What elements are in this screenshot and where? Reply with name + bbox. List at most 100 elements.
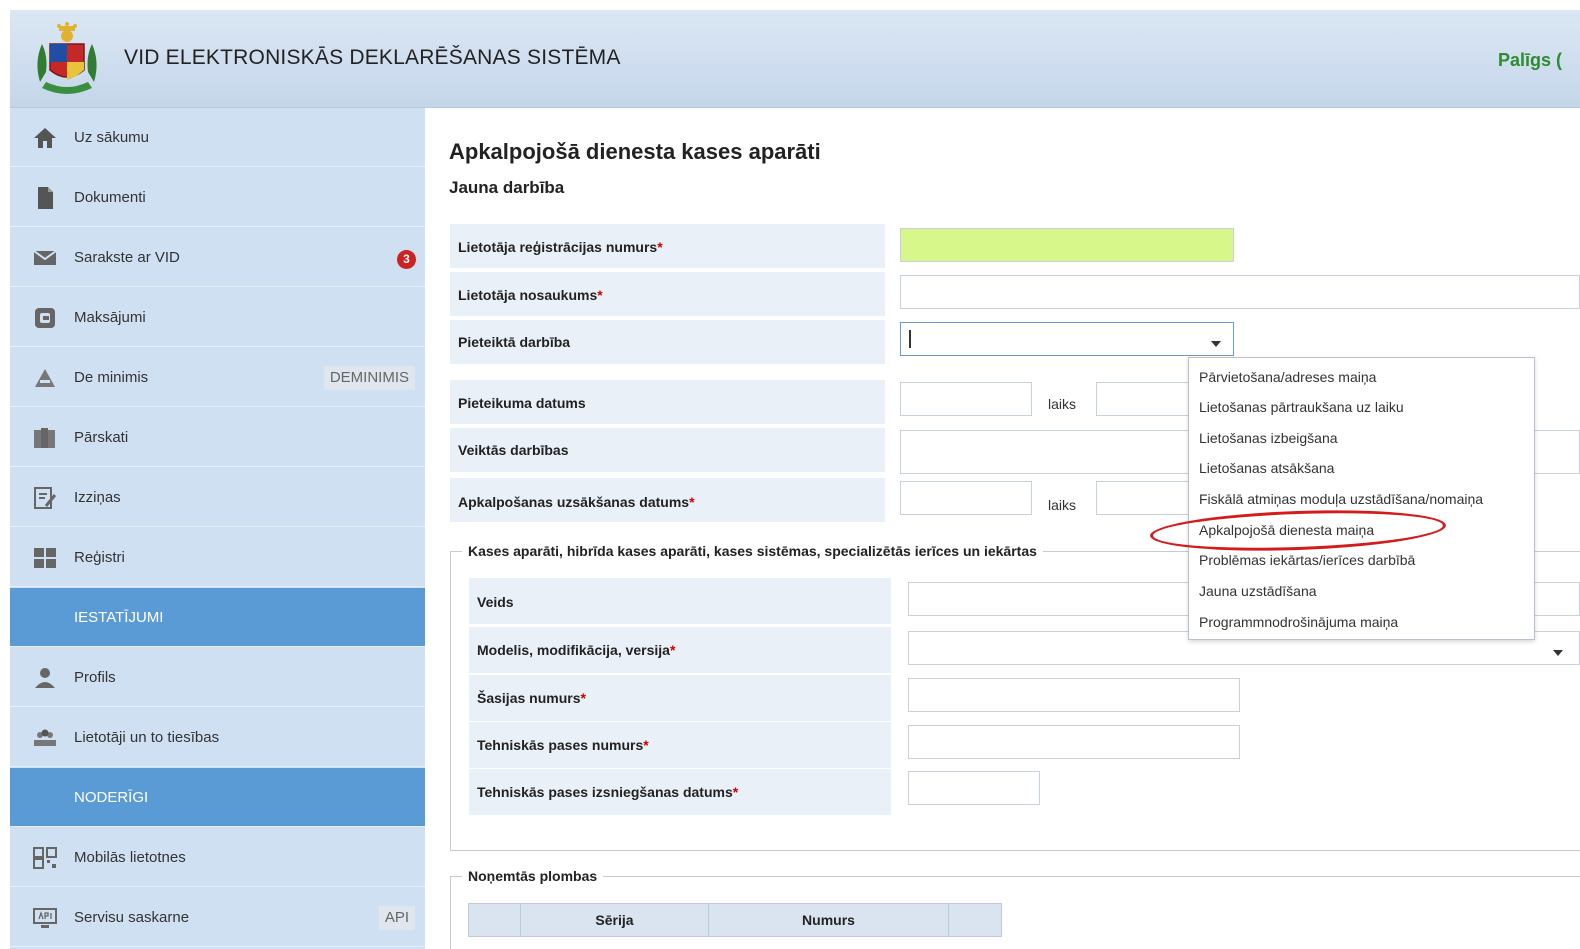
seals-legend: Noņemtās plombas xyxy=(462,868,604,884)
chassis-label: Šasijas numurs* xyxy=(477,690,586,706)
row-passport-number: Tehniskās pases numurs* xyxy=(469,722,891,768)
help-link[interactable]: Palīgs ( xyxy=(1498,50,1562,71)
qr-icon xyxy=(33,847,57,869)
sidebar-section-settings: IESTATĪJUMI xyxy=(10,588,425,647)
scales-icon xyxy=(35,369,55,387)
application-date-label: Pieteikuma datums xyxy=(458,395,586,411)
row-user-name: Lietotāja nosaukums* xyxy=(450,272,885,316)
application-time-input[interactable] xyxy=(1096,382,1192,416)
sidebar-item-label: Servisu saskarne xyxy=(74,909,190,926)
row-reg-number: Lietotāja reģistrācijas numurs* xyxy=(450,224,885,268)
envelope-icon xyxy=(33,250,57,265)
sidebar-item-users-rights[interactable]: Lietotāji un to tiesības xyxy=(10,708,425,767)
sidebar-item-label: Maksājumi xyxy=(74,309,146,326)
users-icon xyxy=(34,729,56,746)
action-label: Pieteiktā darbība xyxy=(458,334,571,350)
header-bar: VID ELEKTRONISKĀS DEKLARĒŠANAS SISTĒMA P… xyxy=(10,10,1580,108)
sidebar-item-mobile-apps[interactable]: Mobilās lietotnes xyxy=(10,828,425,887)
passport-date-input[interactable] xyxy=(908,771,1040,805)
sidebar-item-label: Izziņas xyxy=(74,489,121,506)
latvia-coat-of-arms-icon xyxy=(37,22,97,94)
row-service-start-date: Apkalpošanas uzsākšanas datums* xyxy=(450,478,885,522)
sidebar-item-label: Lietotāji un to tiesības xyxy=(74,729,220,746)
row-application-date: Pieteikuma datums xyxy=(450,380,885,424)
sidebar-item-label: Pārskati xyxy=(74,429,129,446)
sidebar-item-label: Dokumenti xyxy=(74,189,146,206)
device-type-label: Veids xyxy=(477,594,514,610)
dropdown-option[interactable]: Pārvietošana/adreses maiņa xyxy=(1199,369,1376,385)
payment-icon xyxy=(35,308,55,328)
document-icon xyxy=(38,187,53,209)
sidebar-item-payments[interactable]: Maksājumi xyxy=(10,288,425,347)
application-date-input[interactable] xyxy=(900,382,1032,416)
passport-number-input[interactable] xyxy=(908,725,1240,759)
chassis-input[interactable] xyxy=(908,678,1240,712)
text-cursor xyxy=(909,330,911,348)
sidebar-item-documents[interactable]: Dokumenti xyxy=(10,168,425,227)
row-device-type: Veids xyxy=(469,578,891,624)
chevron-down-icon[interactable] xyxy=(1211,341,1221,347)
sidebar-item-certificates[interactable]: Izziņas xyxy=(10,468,425,527)
page-title: Apkalpojošā dienesta kases aparāti xyxy=(449,139,821,164)
model-label: Modelis, modifikācija, versija* xyxy=(477,642,676,658)
sidebar-item-label: Profils xyxy=(74,669,116,686)
section-label: IESTATĪJUMI xyxy=(74,609,164,626)
service-start-date-label: Apkalpošanas uzsākšanas datums* xyxy=(458,494,695,510)
row-action: Pieteiktā darbība xyxy=(450,320,885,364)
certificate-icon xyxy=(34,487,57,509)
sidebar-section-useful: NODERĪGI xyxy=(10,768,425,827)
row-model: Modelis, modifikācija, versija* xyxy=(469,627,891,673)
screen: VID ELEKTRONISKĀS DEKLARĒŠANAS SISTĒMA P… xyxy=(0,0,1580,949)
passport-date-label: Tehniskās pases izsniegšanas datums* xyxy=(477,784,739,800)
reg-number-label: Lietotāja reģistrācijas numurs* xyxy=(458,239,663,255)
api-tag: API xyxy=(378,906,415,930)
passport-number-label: Tehniskās pases numurs* xyxy=(477,737,649,753)
application-time-label: laiks xyxy=(1048,396,1077,412)
sidebar-item-api[interactable]: Servisu saskarne API xyxy=(10,888,425,947)
sidebar-item-label: Mobilās lietotnes xyxy=(74,849,186,866)
service-start-time-label: laiks xyxy=(1048,497,1077,513)
devices-legend: Kases aparāti, hibrīda kases aparāti, ka… xyxy=(462,543,1043,559)
user-name-label: Lietotāja nosaukums* xyxy=(458,287,603,303)
sidebar-item-label: Sarakste ar VID xyxy=(74,249,180,266)
sidebar-item-profile[interactable]: Profils xyxy=(10,648,425,707)
chevron-down-icon[interactable] xyxy=(1553,650,1563,656)
action-dropdown-list: Pārvietošana/adreses maiņa Lietošanas pā… xyxy=(1188,357,1535,640)
dropdown-option[interactable]: Problēmas iekārtas/ierīces darbībā xyxy=(1199,552,1415,568)
user-name-input[interactable] xyxy=(900,275,1580,309)
sidebar-item-de-minimis[interactable]: De minimis DEMINIMIS xyxy=(10,348,425,407)
api-icon xyxy=(33,908,57,928)
reports-icon xyxy=(34,428,55,448)
sidebar: Uz sākumu Dokumenti Sarakste ar VID 3 Ma… xyxy=(10,108,425,949)
sidebar-item-label: Uz sākumu xyxy=(74,129,150,146)
dropdown-option[interactable]: Lietošanas izbeigšana xyxy=(1199,430,1338,446)
sidebar-item-correspondence[interactable]: Sarakste ar VID 3 xyxy=(10,228,425,287)
dropdown-option[interactable]: Jauna uzstādīšana xyxy=(1199,583,1317,599)
row-passport-date: Tehniskās pases izsniegšanas datums* xyxy=(469,769,891,815)
service-start-date-input[interactable] xyxy=(900,481,1032,515)
table-header-number: Numurs xyxy=(709,904,949,936)
section-label: NODERĪGI xyxy=(74,789,149,806)
page-subtitle: Jauna darbība xyxy=(449,178,565,197)
sidebar-item-label: De minimis xyxy=(74,369,149,386)
service-start-time-input[interactable] xyxy=(1096,481,1192,515)
grid-icon xyxy=(34,548,56,568)
action-select[interactable] xyxy=(900,322,1234,356)
seals-table-header: Sērija Numurs xyxy=(468,903,1002,937)
dropdown-option[interactable]: Programmnodrošinājuma maiņa xyxy=(1199,614,1398,630)
reg-number-input[interactable] xyxy=(900,228,1234,262)
sidebar-item-reports[interactable]: Pārskati xyxy=(10,408,425,467)
sidebar-item-registers[interactable]: Reģistri xyxy=(10,528,425,587)
row-chassis: Šasijas numurs* xyxy=(469,675,891,721)
table-header-cell-empty xyxy=(469,904,521,936)
unread-count-badge: 3 xyxy=(397,250,416,269)
dropdown-option[interactable]: Lietošanas pārtraukšana uz laiku xyxy=(1199,399,1404,415)
app-title: VID ELEKTRONISKĀS DEKLARĒŠANAS SISTĒMA xyxy=(124,46,621,69)
user-icon xyxy=(35,668,55,688)
performed-actions-label: Veiktās darbības xyxy=(458,442,569,458)
sidebar-item-home[interactable]: Uz sākumu xyxy=(10,108,425,167)
dropdown-option[interactable]: Lietošanas atsākšana xyxy=(1199,460,1334,476)
deminimis-tag: DEMINIMIS xyxy=(323,366,415,390)
sidebar-item-label: Reģistri xyxy=(74,549,125,566)
dropdown-option[interactable]: Fiskālā atmiņas moduļa uzstādīšana/nomai… xyxy=(1199,491,1483,507)
